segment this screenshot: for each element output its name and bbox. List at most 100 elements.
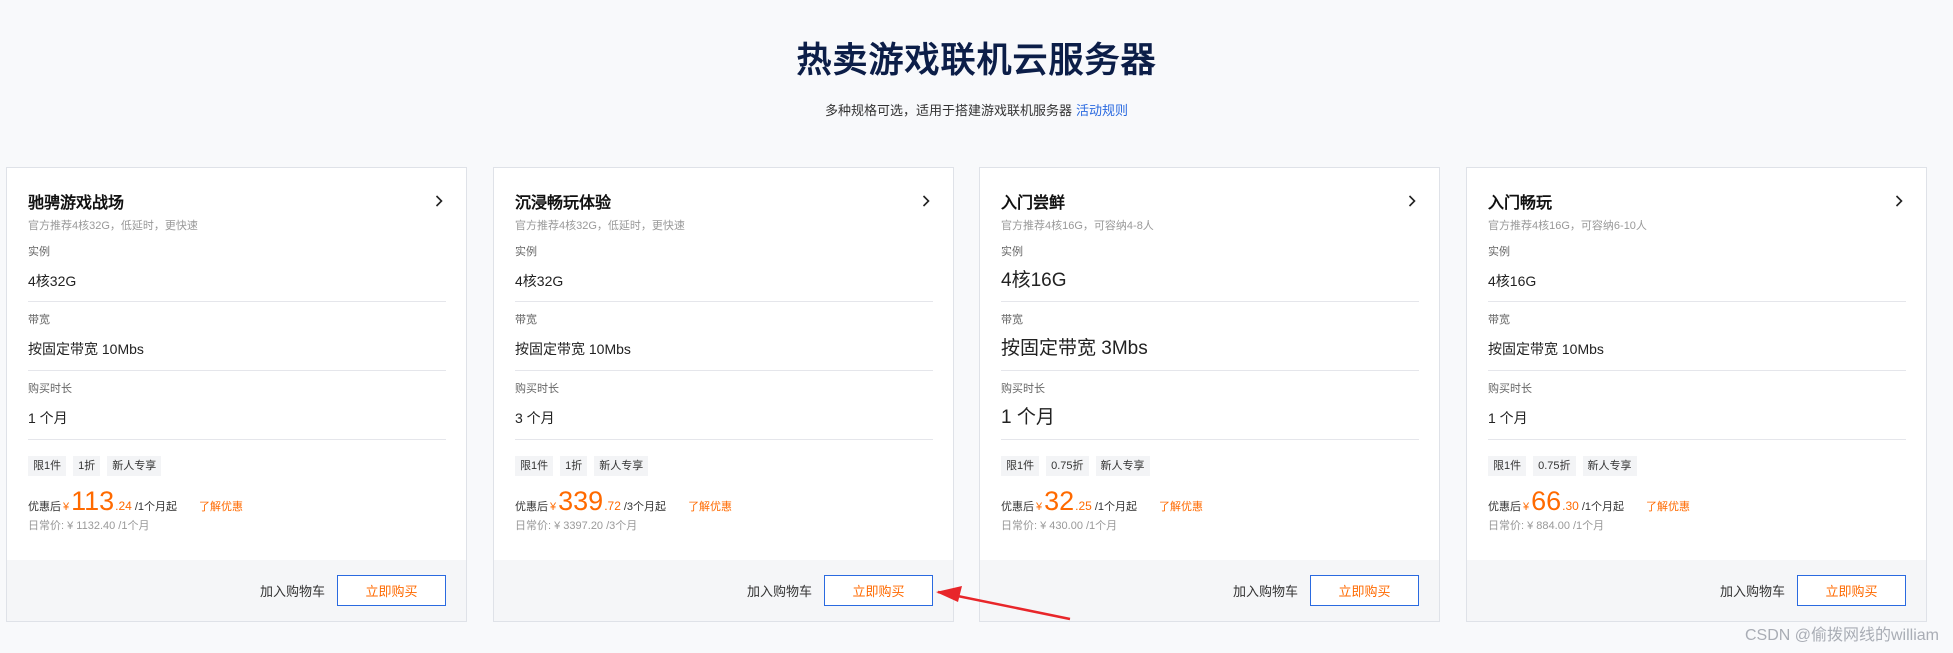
price-period: /1个月起 [1581,501,1625,513]
price-currency: ¥ [1523,501,1530,513]
spec-value: 按固定带宽 10Mbs [28,341,144,357]
page-header: 热卖游戏联机云服务器 多种规格可选，适用于搭建游戏联机服务器 活动规则 [0,0,1953,120]
spec-label: 实例 [28,246,50,258]
card-title: 驰骋游戏战场 [28,195,125,212]
buy-now-button[interactable]: 立即购买 [1797,575,1906,606]
card-title-row[interactable]: 入门尝鲜 [1001,168,1419,212]
add-to-cart-button[interactable]: 加入购物车 [1720,581,1785,600]
original-price: 日常价: ¥ 1132.40 /1个月 [28,520,150,532]
price-prefix: 优惠后 [28,501,61,513]
price-integer: 66 [1531,486,1562,516]
chevron-right-icon[interactable] [432,194,446,208]
price-prefix: 优惠后 [515,501,548,513]
card-footer: 加入购物车 立即购买 [494,560,953,621]
spec-value: 1 个月 [1488,410,1528,426]
card-description: 官方推荐4核32G，低延时，更快速 [515,220,685,232]
annotation-arrow-icon [936,586,1071,621]
price-currency: ¥ [550,501,557,513]
price-row: 优惠后 ¥ 32 .25 /1个月起 了解优惠 [1001,486,1419,516]
price-row: 优惠后 ¥ 339 .72 /3个月起 了解优惠 [515,486,933,516]
buy-now-button[interactable]: 立即购买 [1310,575,1419,606]
learn-discount-link[interactable]: 了解优惠 [1646,498,1690,514]
product-card: 沉浸畅玩体验 官方推荐4核32G，低延时，更快速 实例 4核32G 带宽 按固定… [493,167,954,622]
price-currency: ¥ [63,501,70,513]
product-card-list: 驰骋游戏战场 官方推荐4核32G，低延时，更快速 实例 4核32G 带宽 按固定… [6,167,1938,624]
tag-new-user: 新人专享 [594,456,649,476]
chevron-right-icon[interactable] [919,194,933,208]
price-row: 优惠后 ¥ 66 .30 /1个月起 了解优惠 [1488,486,1906,516]
product-card: 驰骋游戏战场 官方推荐4核32G，低延时，更快速 实例 4核32G 带宽 按固定… [6,167,467,622]
price-prefix: 优惠后 [1488,501,1521,513]
price-prefix: 优惠后 [1001,501,1034,513]
add-to-cart-button[interactable]: 加入购物车 [747,581,812,600]
card-footer: 加入购物车 立即购买 [7,560,466,621]
spec-bandwidth: 带宽 按固定带宽 10Mbs [515,302,933,371]
price-currency: ¥ [1036,501,1043,513]
spec-instance: 实例 4核16G [1001,244,1419,302]
spec-value: 4核32G [28,273,77,289]
tag-new-user: 新人专享 [107,456,162,476]
watermark: CSDN @偷拨网线的william [1744,627,1939,644]
spec-value: 按固定带宽 3Mbs [1001,338,1148,359]
spec-duration: 购买时长 1 个月 [1001,371,1419,440]
card-title: 入门畅玩 [1488,195,1553,212]
chevron-right-icon[interactable] [1892,194,1906,208]
original-price: 日常价: ¥ 430.00 /1个月 [1001,520,1118,532]
tag-discount: 0.75折 [1046,456,1089,476]
card-title: 沉浸畅玩体验 [515,195,612,212]
tag-limit: 限1件 [515,456,554,476]
buy-now-button[interactable]: 立即购买 [337,575,446,606]
spec-label: 带宽 [1001,314,1023,326]
product-card: 入门畅玩 官方推荐4核16G，可容纳6-10人 实例 4核16G 带宽 按固定带… [1466,167,1927,622]
price-decimal: .30 [1562,499,1579,513]
spec-label: 实例 [515,246,537,258]
spec-duration: 购买时长 1 个月 [1488,371,1906,440]
price-period: /1个月起 [1094,501,1138,513]
spec-label: 带宽 [515,314,537,326]
spec-value: 按固定带宽 10Mbs [1488,341,1604,357]
spec-label: 购买时长 [1001,383,1045,395]
spec-label: 带宽 [28,314,50,326]
spec-value: 4核16G [1488,273,1537,289]
price-integer: 32 [1044,486,1075,516]
spec-label: 实例 [1488,246,1510,258]
tag-discount: 1折 [73,456,101,476]
learn-discount-link[interactable]: 了解优惠 [1159,498,1203,514]
buy-now-button[interactable]: 立即购买 [824,575,933,606]
spec-label: 实例 [1001,246,1023,258]
tag-list: 限1件 1折 新人专享 [28,456,446,476]
page-title: 热卖游戏联机云服务器 [796,41,1157,80]
tag-discount: 1折 [560,456,588,476]
card-description: 官方推荐4核16G，可容纳6-10人 [1488,220,1647,232]
page-subtitle: 多种规格可选，适用于搭建游戏联机服务器 活动规则 [0,102,1953,120]
card-title-row[interactable]: 入门畅玩 [1488,168,1906,212]
card-title-row[interactable]: 驰骋游戏战场 [28,168,446,212]
card-footer: 加入购物车 立即购买 [1467,560,1926,621]
tag-discount: 0.75折 [1533,456,1576,476]
spec-value: 3 个月 [515,410,555,426]
add-to-cart-button[interactable]: 加入购物车 [260,581,325,600]
subtitle-text: 多种规格可选，适用于搭建游戏联机服务器 [824,103,1072,118]
spec-label: 购买时长 [1488,383,1532,395]
activity-rules-link[interactable]: 活动规则 [1076,103,1128,118]
price-decimal: .24 [115,499,132,513]
original-price: 日常价: ¥ 884.00 /1个月 [1488,520,1605,532]
spec-instance: 实例 4核32G [28,244,446,302]
chevron-right-icon[interactable] [1405,194,1419,208]
tag-list: 限1件 1折 新人专享 [515,456,933,476]
spec-duration: 购买时长 3 个月 [515,371,933,440]
spec-value: 1 个月 [28,410,68,426]
card-description: 官方推荐4核32G，低延时，更快速 [28,220,198,232]
tag-new-user: 新人专享 [1095,456,1150,476]
tag-list: 限1件 0.75折 新人专享 [1488,456,1906,476]
card-description: 官方推荐4核16G，可容纳4-8人 [1001,220,1154,232]
spec-label: 购买时长 [515,383,559,395]
spec-bandwidth: 带宽 按固定带宽 10Mbs [28,302,446,371]
add-to-cart-button[interactable]: 加入购物车 [1233,581,1298,600]
price-decimal: .72 [604,499,621,513]
learn-discount-link[interactable]: 了解优惠 [688,498,732,514]
price-integer: 339 [558,486,604,516]
learn-discount-link[interactable]: 了解优惠 [199,498,243,514]
card-title-row[interactable]: 沉浸畅玩体验 [515,168,933,212]
original-price: 日常价: ¥ 3397.20 /3个月 [515,520,638,532]
